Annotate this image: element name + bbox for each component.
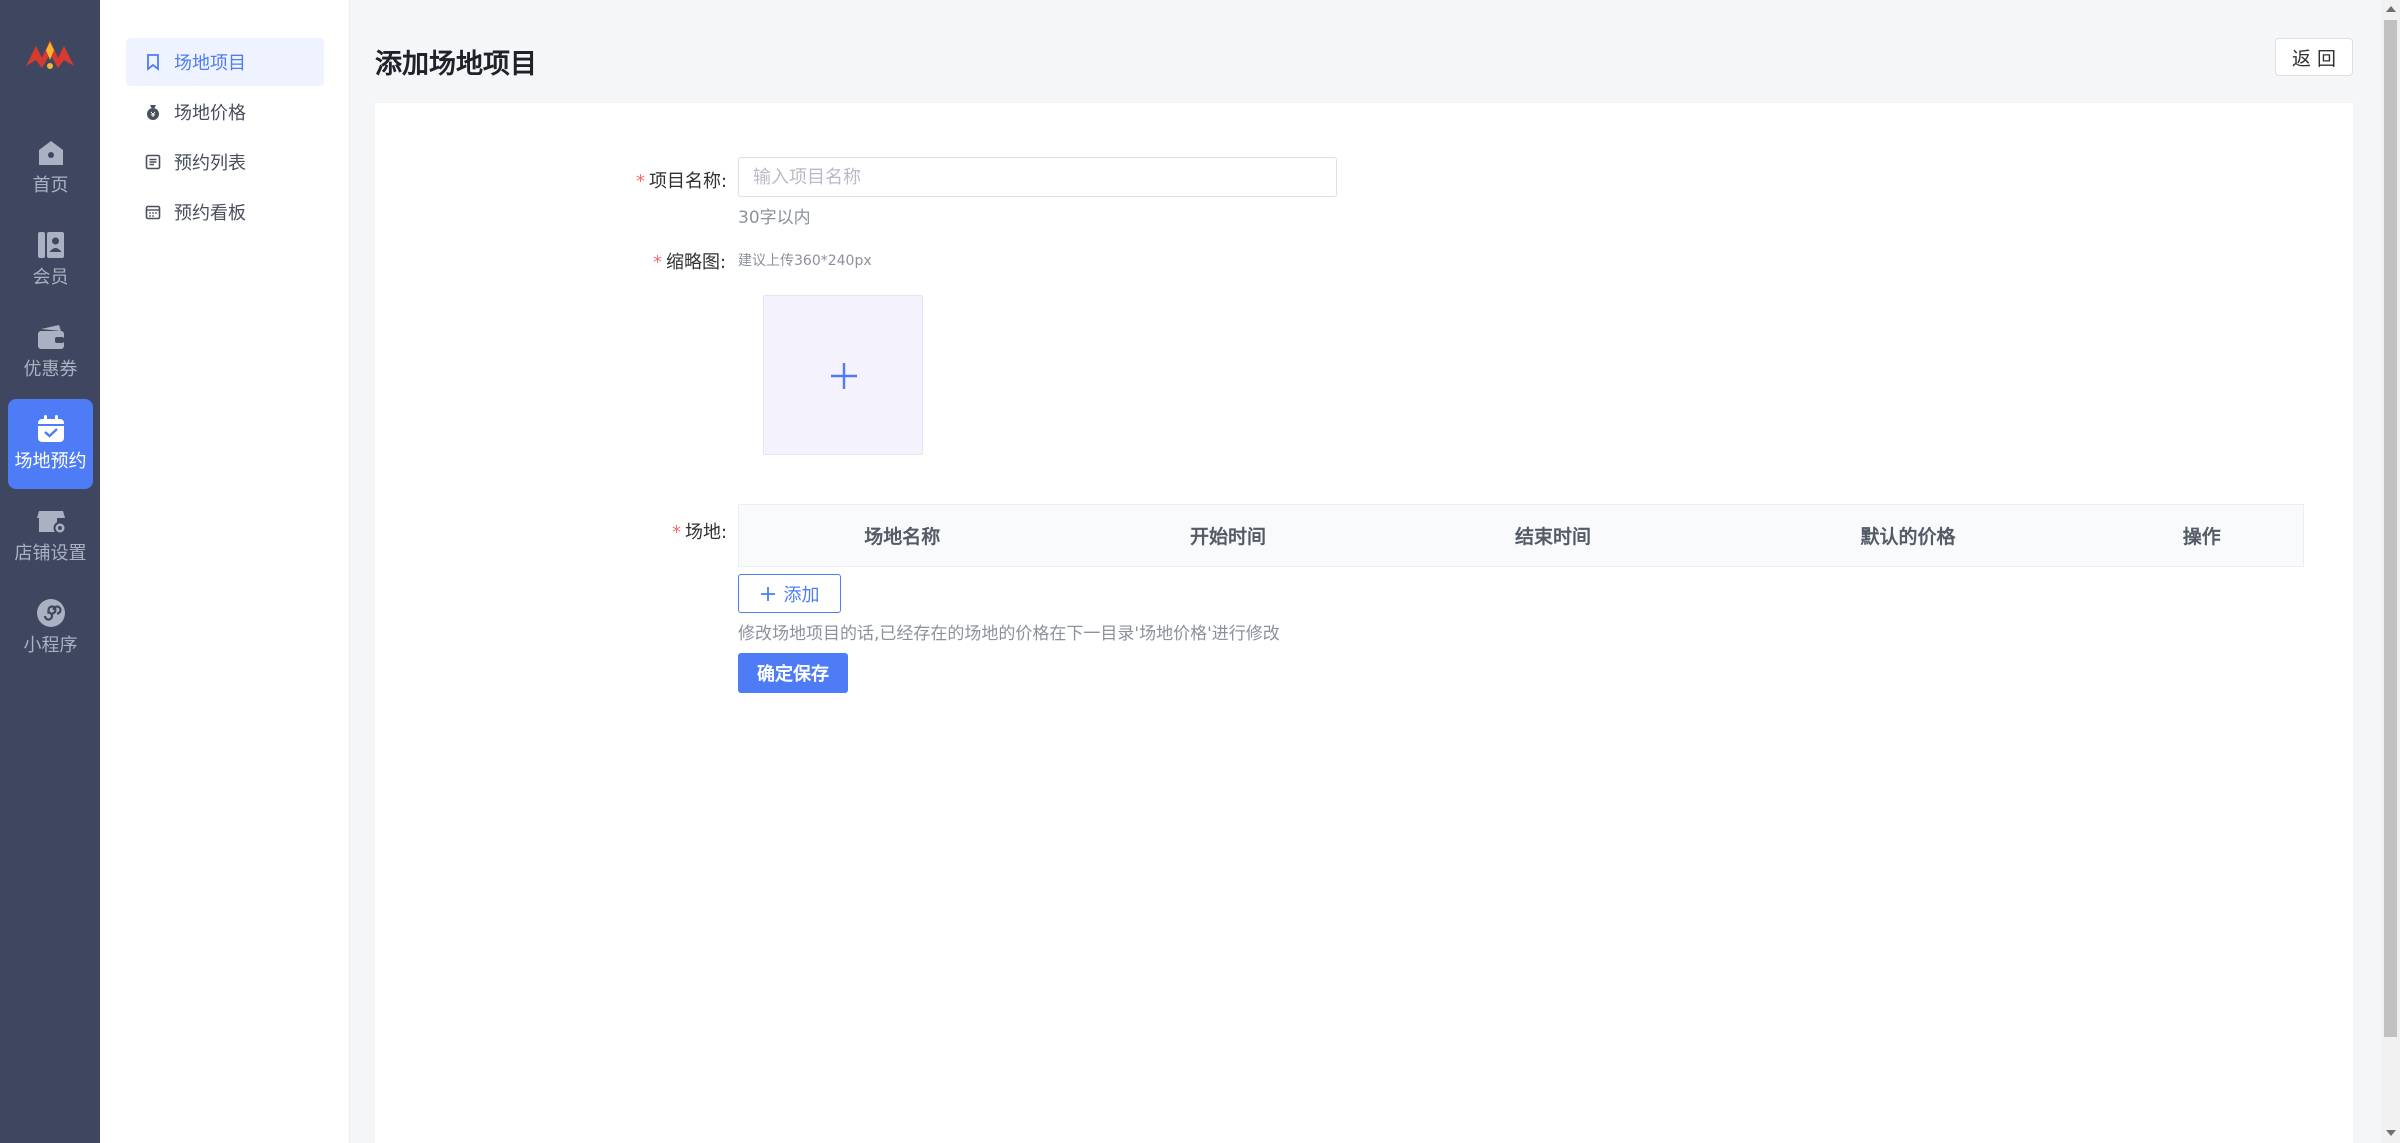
save-button[interactable]: 确定保存 — [738, 653, 848, 693]
sub-item-label: 场地项目 — [174, 53, 246, 74]
calendar-board-icon — [145, 205, 161, 220]
nav-item-store-settings[interactable]: 店铺设置 — [8, 491, 93, 581]
required-mark: * — [653, 252, 662, 273]
coupon-icon — [37, 325, 64, 349]
sub-item-label: 场地价格 — [174, 103, 246, 124]
member-icon — [37, 232, 64, 258]
venue-price-note: 修改场地项目的话,已经存在的场地的价格在下一目录'场地价格'进行修改 — [738, 624, 1280, 644]
nav-item-label: 首页 — [32, 175, 69, 196]
required-mark: * — [636, 171, 645, 192]
sub-item-label: 预约列表 — [174, 153, 246, 174]
store-settings-icon — [36, 511, 66, 535]
project-name-hint: 30字以内 — [738, 208, 811, 228]
nav-item-venue-booking[interactable]: 场地预约 — [8, 399, 93, 489]
list-icon — [145, 154, 161, 170]
money-bag-icon — [147, 105, 159, 120]
nav-item-label: 店铺设置 — [14, 543, 87, 564]
page-title: 添加场地项目 — [375, 49, 537, 80]
column-header-default-price: 默认的价格 — [1715, 504, 2101, 567]
sub-item-booking-board[interactable]: 预约看板 — [126, 188, 324, 236]
project-name-input[interactable] — [738, 157, 1337, 197]
back-button[interactable]: 返 回 — [2275, 38, 2353, 76]
project-name-label: * 项目名称: — [636, 171, 728, 192]
sub-nav: 场地项目 场地价格 预约列表 预约看板 — [100, 0, 350, 1143]
sub-item-venue-project[interactable]: 场地项目 — [126, 38, 324, 86]
mini-program-icon — [36, 599, 65, 627]
main-nav: 首页 会员 优惠券 场地预约 店铺设置 小程序 — [0, 0, 100, 1143]
venue-table: 场地名称 开始时间 结束时间 默认的价格 操作 — [738, 504, 2304, 567]
sub-item-booking-list[interactable]: 预约列表 — [126, 138, 324, 186]
nav-item-member[interactable]: 会员 — [8, 215, 93, 305]
scroll-up-icon[interactable] — [2386, 6, 2396, 12]
sub-item-label: 预约看板 — [174, 203, 246, 224]
thumbnail-hint: 建议上传360*240px — [738, 253, 872, 269]
nav-item-label: 会员 — [32, 267, 69, 288]
logo-icon — [26, 40, 74, 69]
column-header-end-time: 结束时间 — [1390, 504, 1716, 567]
venues-label: * 场地: — [672, 522, 728, 543]
add-venue-button[interactable]: 添加 — [738, 574, 841, 613]
column-header-start-time: 开始时间 — [1065, 504, 1391, 567]
nav-item-label: 场地预约 — [14, 451, 87, 472]
required-mark: * — [672, 522, 681, 543]
thumbnail-label: * 缩略图: — [653, 252, 727, 273]
home-icon — [38, 141, 63, 165]
scroll-thumb[interactable] — [2384, 20, 2397, 1037]
nav-item-coupon[interactable]: 优惠券 — [8, 307, 93, 397]
thumbnail-uploader[interactable] — [763, 295, 923, 455]
calendar-check-icon — [37, 415, 64, 442]
plus-icon — [831, 363, 857, 389]
page-scrollbar[interactable] — [2381, 0, 2400, 1143]
table-header-row: 场地名称 开始时间 结束时间 默认的价格 操作 — [738, 504, 2304, 567]
column-header-actions: 操作 — [2100, 504, 2304, 567]
nav-item-mini-program[interactable]: 小程序 — [8, 583, 93, 673]
plus-icon — [760, 586, 775, 601]
nav-item-label: 小程序 — [23, 635, 78, 656]
column-header-venue-name: 场地名称 — [738, 504, 1066, 567]
nav-item-home[interactable]: 首页 — [8, 123, 93, 213]
bookmark-icon — [147, 54, 159, 71]
nav-item-label: 优惠券 — [23, 359, 78, 380]
scroll-down-icon[interactable] — [2386, 1130, 2396, 1136]
add-venue-label: 添加 — [783, 584, 820, 606]
sub-item-venue-price[interactable]: 场地价格 — [126, 88, 324, 136]
